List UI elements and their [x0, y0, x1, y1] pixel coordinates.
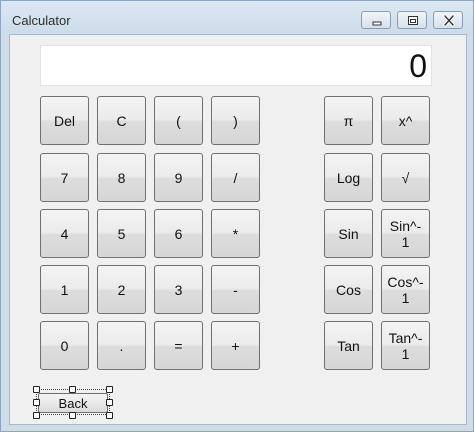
minimize-button[interactable]: [361, 11, 391, 29]
digit-4-button[interactable]: 4: [40, 209, 89, 258]
digit-8-button[interactable]: 8: [97, 153, 146, 202]
multiply-button[interactable]: *: [211, 209, 260, 258]
close-button[interactable]: [433, 11, 463, 29]
pi-button[interactable]: π: [324, 96, 373, 145]
subtract-button[interactable]: -: [211, 265, 260, 314]
digit-0-button[interactable]: 0: [40, 321, 89, 370]
power-button[interactable]: x^: [381, 96, 430, 145]
log-button[interactable]: Log: [324, 153, 373, 202]
arcsin-button[interactable]: Sin^- 1: [381, 209, 430, 258]
decimal-point-button[interactable]: .: [97, 321, 146, 370]
equals-button[interactable]: =: [154, 321, 203, 370]
resize-handle-left[interactable]: [33, 399, 40, 406]
arccos-button[interactable]: Cos^- 1: [381, 265, 430, 314]
delete-button[interactable]: Del: [40, 96, 89, 145]
resize-handle-bottom-right[interactable]: [106, 412, 113, 419]
back-button[interactable]: Back: [38, 393, 108, 413]
maximize-icon: [408, 16, 418, 25]
digit-2-button[interactable]: 2: [97, 265, 146, 314]
result-display: 0: [40, 45, 432, 86]
calculator-body: 0 Del C ( ) 7 8 9 / 4 5 6 * 1 2 3 - 0 . …: [9, 34, 467, 425]
tan-button[interactable]: Tan: [324, 321, 373, 370]
divide-button[interactable]: /: [211, 153, 260, 202]
resize-handle-top-right[interactable]: [106, 386, 113, 393]
close-icon: [443, 14, 455, 27]
calculator-window: Calculator 0 Del C ( ) 7 8 9 / 4 5 6 * 1…: [0, 0, 474, 432]
resize-handle-right[interactable]: [106, 399, 113, 406]
resize-handle-bottom[interactable]: [69, 412, 76, 419]
digit-1-button[interactable]: 1: [40, 265, 89, 314]
close-paren-button[interactable]: ): [211, 96, 260, 145]
minimize-icon: [372, 21, 382, 26]
maximize-button[interactable]: [397, 11, 427, 29]
digit-7-button[interactable]: 7: [40, 153, 89, 202]
open-paren-button[interactable]: (: [154, 96, 203, 145]
window-title: Calculator: [12, 13, 71, 28]
resize-handle-top-left[interactable]: [33, 386, 40, 393]
sin-button[interactable]: Sin: [324, 209, 373, 258]
digit-5-button[interactable]: 5: [97, 209, 146, 258]
title-bar[interactable]: Calculator: [1, 1, 473, 33]
add-button[interactable]: +: [211, 321, 260, 370]
clear-button[interactable]: C: [97, 96, 146, 145]
arctan-button[interactable]: Tan^- 1: [381, 321, 430, 370]
digit-6-button[interactable]: 6: [154, 209, 203, 258]
square-root-button[interactable]: √: [381, 153, 430, 202]
cos-button[interactable]: Cos: [324, 265, 373, 314]
resize-handle-bottom-left[interactable]: [33, 412, 40, 419]
digit-9-button[interactable]: 9: [154, 153, 203, 202]
resize-handle-top[interactable]: [69, 386, 76, 393]
digit-3-button[interactable]: 3: [154, 265, 203, 314]
